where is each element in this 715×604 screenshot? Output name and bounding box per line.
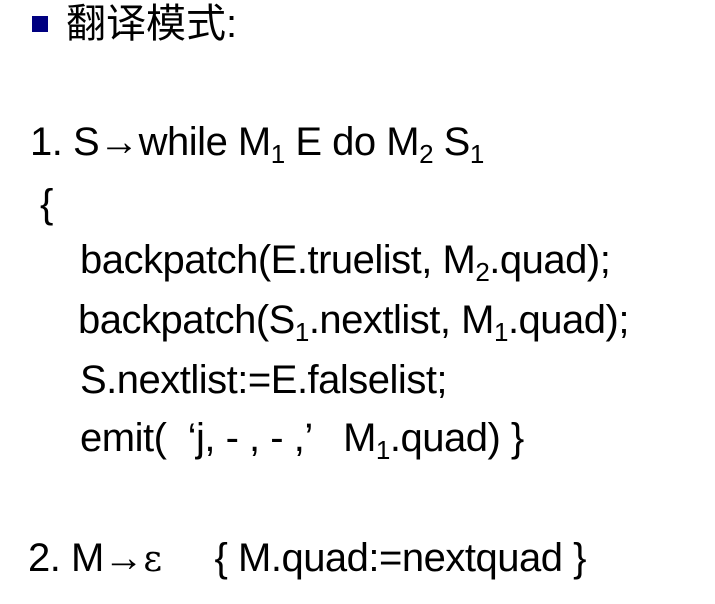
statement-backpatch-truelist: backpatch(E.truelist, M2.quad);: [80, 238, 611, 285]
stmt2-pre: backpatch(S: [78, 298, 295, 342]
stmt2-subscript-2: 1: [493, 317, 508, 347]
rule-2-number: 2.: [28, 536, 61, 580]
rule-2: 2. M→ε { M.quad:=nextquad }: [28, 538, 586, 578]
stmt4-subscript: 1: [375, 435, 390, 465]
rule-1-tail: S: [433, 120, 471, 164]
stmt2-post: .quad);: [507, 298, 630, 342]
rule-1-mid-subscript: 2: [419, 139, 434, 169]
open-brace: {: [40, 182, 53, 226]
rule-1-mid: E do M: [284, 120, 420, 164]
rule-1-head: S→while M: [72, 120, 271, 164]
stmt1-pre: backpatch(E.truelist, M: [80, 238, 476, 282]
stmt2-mid: .nextlist, M: [308, 298, 495, 342]
rule-1-number: 1.: [30, 120, 63, 164]
stmt1-subscript: 2: [475, 257, 490, 287]
heading: 翻译模式:: [32, 4, 237, 44]
statement-nextlist-assign: S.nextlist:=E.falselist;: [80, 358, 448, 402]
statement-emit: emit( ‘j, - , - ,’ M1.quad) }: [80, 416, 524, 463]
stmt1-post: .quad);: [489, 238, 611, 282]
stmt4-pre: emit( ‘j, - , - ,’ M: [80, 416, 376, 460]
rule-1: 1. S→while M1 E do M2 S1: [30, 120, 484, 167]
rule-1-tail-subscript: 1: [469, 139, 484, 169]
epsilon-symbol: ε: [143, 539, 162, 580]
square-bullet-icon: [32, 16, 48, 32]
stmt2-subscript-1: 1: [294, 317, 309, 347]
rule-2-head: M→: [70, 536, 144, 580]
rule-1-head-subscript: 1: [270, 139, 285, 169]
rule-2-action: { M.quad:=nextquad }: [161, 536, 587, 580]
heading-text: 翻译模式:: [66, 2, 238, 46]
statement-backpatch-nextlist: backpatch(S1.nextlist, M1.quad);: [78, 298, 630, 345]
stmt4-post: .quad) }: [389, 416, 524, 460]
slide: 翻译模式: 1. S→while M1 E do M2 S1 { backpat…: [0, 0, 715, 604]
